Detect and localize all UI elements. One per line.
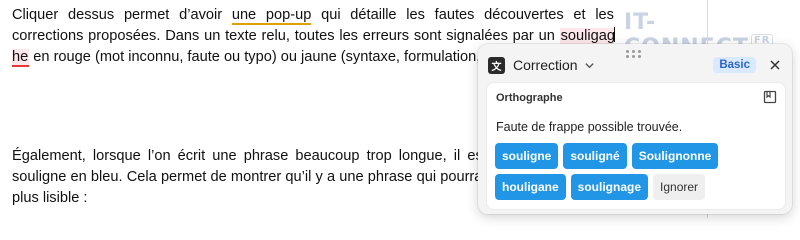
ignore-button[interactable]: Ignorer [653, 174, 706, 200]
correction-popup: 文 Correction Basic Orthographe Faute de … [478, 44, 792, 214]
style-highlight[interactable]: une pop-up [231, 7, 312, 25]
dictionary-icon[interactable] [763, 90, 777, 104]
suggestion-button[interactable]: Soulignonne [631, 143, 719, 169]
suggestion-button[interactable]: souligné [563, 143, 627, 169]
error-message: Faute de frappe possible trouvée. [496, 120, 683, 134]
suggestion-list: souligne souligné Soulignonne houligane … [495, 143, 785, 200]
translate-app-icon: 文 [488, 56, 505, 74]
popup-title: Correction [513, 57, 578, 73]
suggestion-button[interactable]: soulignage [570, 174, 649, 200]
suggestion-card: Orthographe Faute de frappe possible tro… [486, 82, 786, 210]
suggestion-button[interactable]: souligne [495, 143, 559, 169]
chevron-down-icon[interactable] [584, 59, 596, 71]
popup-header: 文 Correction Basic [488, 54, 782, 76]
plan-badge: Basic [713, 57, 756, 73]
text-cursor [614, 27, 615, 42]
paragraph-2: Également, lorsque l’on écrit une phrase… [12, 148, 502, 206]
close-icon[interactable] [768, 58, 782, 72]
card-heading: Orthographe [496, 92, 563, 104]
suggestion-button[interactable]: houligane [495, 174, 566, 200]
